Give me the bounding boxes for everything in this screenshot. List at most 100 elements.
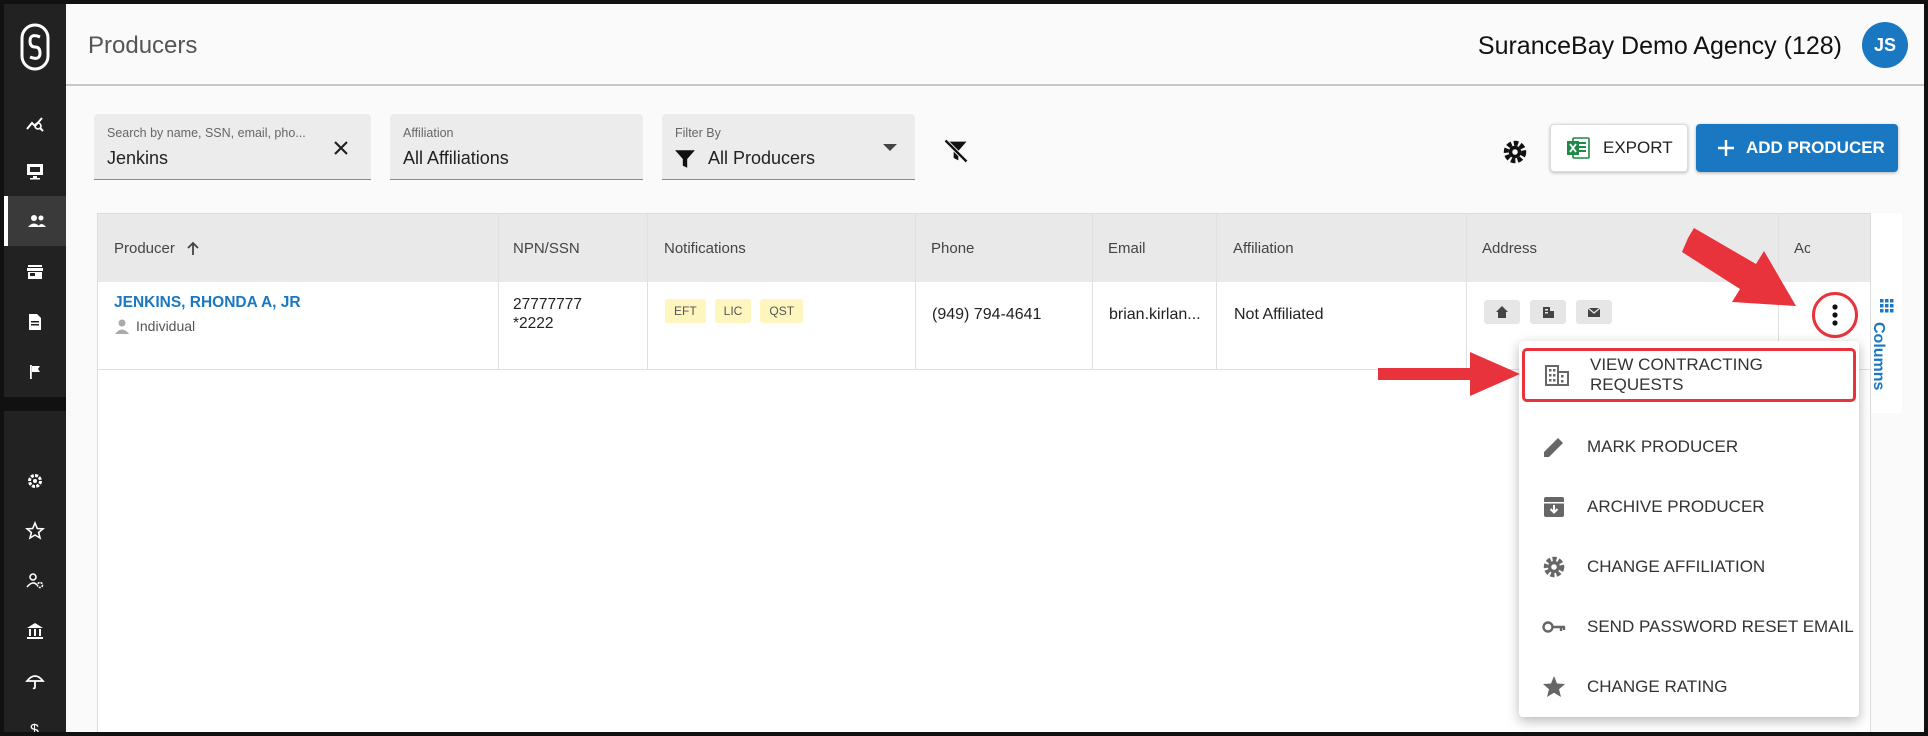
- plus-icon: [1718, 140, 1734, 156]
- column-phone[interactable]: Phone: [931, 240, 974, 257]
- menu-item-change-rating[interactable]: CHANGE RATING: [1519, 657, 1859, 717]
- column-notifications[interactable]: Notifications: [664, 240, 746, 257]
- producer-name-link[interactable]: JENKINS, RHONDA A, JR: [114, 294, 301, 312]
- notification-badge[interactable]: EFT: [665, 299, 706, 323]
- app-window: $ Producers SuranceBay Demo Agency (128)…: [0, 0, 1928, 736]
- sidebar-divider: [4, 397, 66, 411]
- sidebar-item-bank[interactable]: [4, 606, 66, 656]
- annotation-arrow: [1682, 228, 1796, 306]
- clear-icon[interactable]: [331, 138, 351, 158]
- ssn-value: *2222: [513, 315, 554, 332]
- add-producer-label: ADD PRODUCER: [1746, 138, 1885, 157]
- menu-item-label: CHANGE AFFILIATION: [1587, 557, 1766, 576]
- document-icon: [29, 314, 41, 330]
- affiliation-value: All Affiliations: [403, 148, 509, 168]
- sidebar-item-store[interactable]: [4, 247, 66, 297]
- search-field[interactable]: Search by name, SSN, email, pho... Jenki…: [94, 114, 371, 180]
- npn-value: 27777777: [513, 296, 582, 313]
- column-producer[interactable]: Producer: [114, 240, 201, 257]
- sidebar-item-insurance[interactable]: [4, 656, 66, 706]
- address-cell: [1484, 300, 1622, 329]
- sidebar-item-producers[interactable]: [4, 196, 66, 246]
- sidebar-item-computer[interactable]: [4, 146, 66, 196]
- affiliation-label: Affiliation: [403, 126, 454, 140]
- building-icon: [1545, 365, 1569, 386]
- sidebar-item-finance[interactable]: $: [4, 704, 66, 736]
- people-icon: [28, 215, 46, 227]
- scroll-gutter: [1902, 86, 1924, 732]
- filter-by-label: Filter By: [675, 126, 721, 140]
- column-npn-ssn[interactable]: NPN/SSN: [513, 240, 580, 257]
- logo-icon: [20, 23, 50, 71]
- notification-badge[interactable]: QST: [760, 299, 804, 323]
- column-affiliation[interactable]: Affiliation: [1233, 240, 1294, 257]
- columns-tab-label: Columns: [1870, 322, 1887, 391]
- user-avatar[interactable]: JS: [1862, 22, 1908, 68]
- gear-icon: [28, 474, 42, 488]
- menu-item-label: VIEW CONTRACTING REQUESTS: [1590, 355, 1763, 394]
- gear-icon: [1543, 556, 1565, 578]
- excel-icon: [1567, 137, 1590, 159]
- export-label: EXPORT: [1603, 138, 1673, 157]
- app-logo[interactable]: [4, 4, 66, 90]
- business-address-chip[interactable]: [1530, 300, 1566, 324]
- npn-ssn-cell: 27777777 *2222: [513, 295, 582, 333]
- column-email[interactable]: Email: [1108, 240, 1146, 257]
- app-header: Producers SuranceBay Demo Agency (128) J…: [66, 4, 1924, 86]
- home-address-chip[interactable]: [1484, 300, 1520, 324]
- sidebar-item-ratings[interactable]: [4, 506, 66, 556]
- person-icon: [115, 319, 129, 334]
- sidebar-item-documents[interactable]: [4, 297, 66, 347]
- affiliation-select[interactable]: Affiliation All Affiliations: [390, 114, 643, 180]
- notification-badge[interactable]: LIC: [714, 299, 752, 323]
- clear-filter-icon[interactable]: [942, 137, 970, 165]
- settings-gear-icon[interactable]: [1500, 137, 1530, 167]
- flag-icon: [30, 365, 40, 379]
- sidebar-item-user-settings[interactable]: [4, 556, 66, 606]
- page-title: Producers: [88, 32, 198, 59]
- mailing-address-chip[interactable]: [1576, 300, 1612, 324]
- svg-text:$: $: [30, 722, 39, 736]
- menu-item-change-affiliation[interactable]: CHANGE AFFILIATION: [1519, 537, 1859, 597]
- menu-item-send-password-reset[interactable]: SEND PASSWORD RESET EMAIL: [1519, 597, 1859, 657]
- menu-item-label: CHANGE RATING: [1587, 677, 1728, 696]
- menu-item-label: SEND PASSWORD RESET EMAIL: [1587, 617, 1854, 636]
- funnel-icon: [675, 150, 695, 168]
- menu-item-mark-producer[interactable]: MARK PRODUCER: [1519, 417, 1859, 477]
- sidebar-item-dashboard[interactable]: [4, 98, 66, 148]
- column-address[interactable]: Address: [1482, 240, 1537, 257]
- menu-item-label: MARK PRODUCER: [1587, 437, 1739, 456]
- sort-ascending-icon[interactable]: [185, 241, 201, 257]
- search-label: Search by name, SSN, email, pho...: [107, 126, 306, 140]
- phone-cell: (949) 794-4641: [932, 306, 1042, 323]
- sidebar-item-flag[interactable]: [4, 347, 66, 397]
- affiliation-cell: Not Affiliated: [1234, 306, 1324, 323]
- more-vert-icon: [1832, 304, 1838, 326]
- menu-item-archive-producer[interactable]: ARCHIVE PRODUCER: [1519, 477, 1859, 537]
- filter-by-select[interactable]: Filter By All Producers: [662, 114, 915, 180]
- table-header: Producer NPN/SSN Notifications Phone Ema…: [98, 214, 1872, 282]
- menu-item-label: ARCHIVE PRODUCER: [1587, 497, 1765, 516]
- dollar-icon: $: [30, 722, 39, 736]
- row-actions-button[interactable]: [1812, 292, 1858, 338]
- bank-icon: [27, 623, 43, 639]
- sidebar-item-settings[interactable]: [4, 456, 66, 506]
- agency-name: SuranceBay Demo Agency (128): [1477, 32, 1842, 60]
- export-button[interactable]: EXPORT: [1550, 124, 1688, 172]
- key-icon: [1542, 621, 1566, 633]
- producer-cell: JENKINS, RHONDA A, JR Individual: [114, 294, 301, 334]
- store-icon: [27, 265, 43, 279]
- menu-item-view-contracting-requests[interactable]: VIEW CONTRACTING REQUESTS: [1522, 348, 1856, 402]
- sidebar: $: [4, 4, 66, 732]
- business-icon: [1543, 307, 1554, 318]
- add-producer-button[interactable]: ADD PRODUCER: [1696, 124, 1898, 172]
- search-input[interactable]: Jenkins: [107, 148, 168, 169]
- grid-icon: [1880, 299, 1894, 313]
- producer-type: Individual: [114, 318, 301, 334]
- pencil-icon: [1544, 438, 1563, 457]
- star-icon: [1543, 676, 1565, 697]
- annotation-arrow: [1378, 352, 1520, 396]
- dashboard-icon: [26, 117, 44, 132]
- notifications-cell: EFT LIC QST: [665, 299, 812, 323]
- chevron-down-icon: [883, 144, 897, 151]
